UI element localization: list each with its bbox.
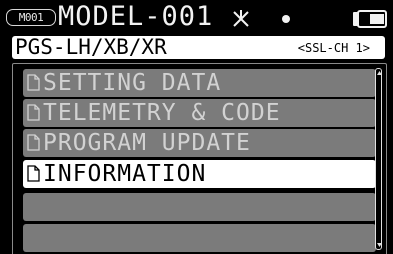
- header-bar: M001 MODEL-001: [0, 0, 393, 34]
- menu-item-label: TELEMETRY & CODE: [43, 100, 281, 126]
- document-icon: [27, 74, 40, 91]
- document-icon: [27, 165, 40, 182]
- receiver-channel-label: <SSL-CH 1>: [297, 41, 370, 55]
- menu-item-information[interactable]: INFORMATION: [23, 160, 376, 188]
- menu-item-empty[interactable]: [23, 193, 376, 221]
- document-icon: [27, 134, 40, 151]
- menu-item-telemetry-code[interactable]: TELEMETRY & CODE: [23, 99, 376, 127]
- receiver-type-bar[interactable]: PGS-LH/XB/XR <SSL-CH 1>: [12, 36, 385, 59]
- menu-item-program-update[interactable]: PROGRAM UPDATE: [23, 129, 376, 157]
- status-dot-icon: [282, 15, 290, 23]
- antenna-icon: [233, 10, 249, 27]
- model-number-badge: M001: [6, 9, 56, 26]
- scrollbar[interactable]: [375, 68, 382, 250]
- menu-item-setting-data[interactable]: SETTING DATA: [23, 69, 376, 97]
- menu-item-label: PROGRAM UPDATE: [43, 130, 251, 156]
- model-name[interactable]: MODEL-001: [58, 1, 213, 33]
- scroll-down-arrow-icon: [377, 243, 382, 247]
- battery-icon: [353, 10, 387, 28]
- scroll-up-arrow-icon: [377, 71, 382, 75]
- menu-item-empty[interactable]: [23, 224, 376, 252]
- document-icon: [27, 104, 40, 121]
- receiver-type-title: PGS-LH/XB/XR: [15, 35, 167, 59]
- transmitter-screen: M001 MODEL-001 PGS-LH/XB/XR <SSL-CH 1> S…: [0, 0, 393, 254]
- menu-panel: SETTING DATA TELEMETRY & CODE PROGRAM UP…: [12, 63, 387, 254]
- menu-item-label: INFORMATION: [43, 161, 207, 187]
- menu-item-label: SETTING DATA: [43, 70, 222, 96]
